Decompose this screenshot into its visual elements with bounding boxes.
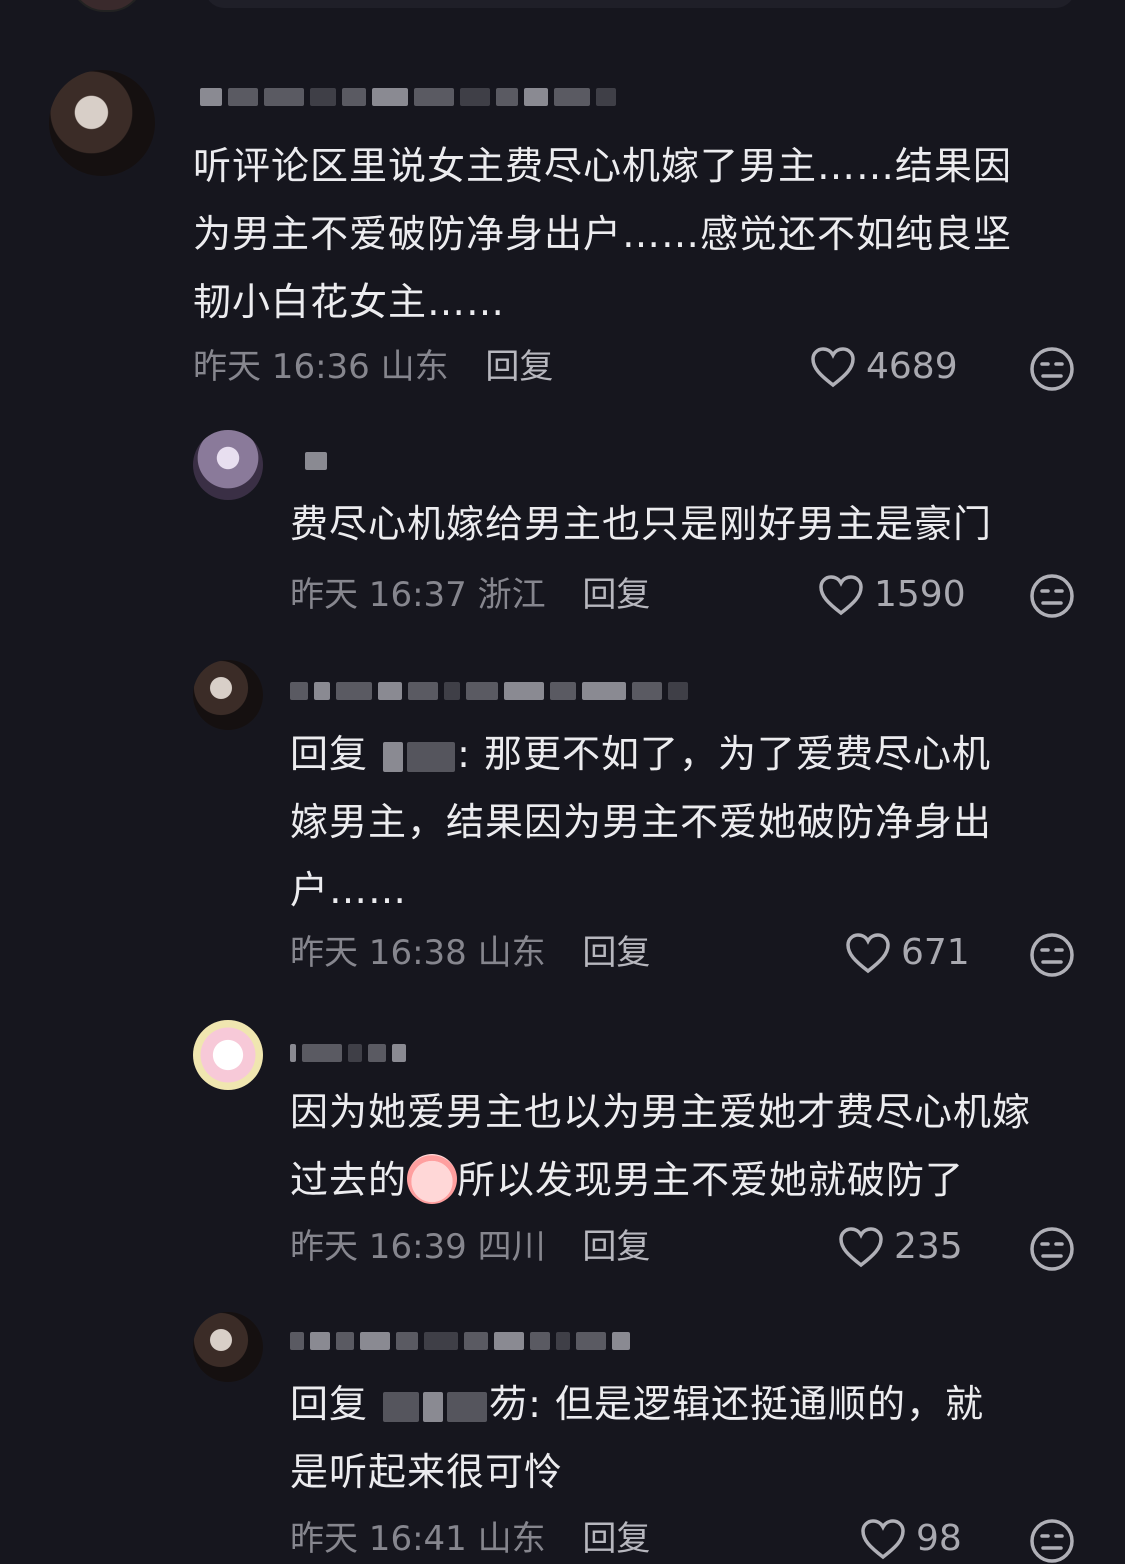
avatar[interactable]	[193, 1312, 263, 1382]
reply-prefix: 回复	[290, 732, 369, 776]
like-button[interactable]: 4689	[810, 342, 958, 392]
comment-text-part: 是听起来很可怜	[290, 1450, 564, 1494]
masked-mention[interactable]	[423, 1391, 444, 1422]
reply-prefix: 回复	[290, 1382, 369, 1426]
masked-mention[interactable]	[407, 741, 456, 772]
comment-meta: 昨天 16:39 四川 回复	[290, 1222, 650, 1272]
neutral-face-icon[interactable]	[1029, 932, 1075, 978]
like-count: 1590	[874, 574, 966, 615]
masked-username[interactable]	[290, 678, 688, 704]
comment-location: 山东	[477, 1519, 546, 1559]
comment-location: 山东	[477, 933, 546, 973]
comment-input-bar[interactable]	[205, 0, 1075, 8]
heart-outline-icon	[846, 933, 890, 974]
heart-outline-icon	[861, 1519, 905, 1560]
masked-username[interactable]	[290, 1328, 630, 1354]
comment-location: 山东	[380, 347, 449, 387]
comment-text: 听评论区里说女主费尽心机嫁了男主……结果因 为男主不爱破防净身出户……感觉还不如…	[193, 144, 1013, 324]
previous-avatar[interactable]	[70, 0, 144, 12]
neutral-face-icon[interactable]	[1029, 1226, 1075, 1272]
neutral-face-icon[interactable]	[1029, 1518, 1075, 1564]
like-button[interactable]: 671	[845, 928, 970, 978]
like-count: 98	[916, 1518, 962, 1559]
like-count: 671	[901, 932, 970, 973]
comment-time: 昨天 16:41	[290, 1519, 467, 1559]
comment-text: 回复 : 那更不如了，为了爱费尽心机 嫁男主，结果因为男主不爱她破防净身出 户……	[290, 720, 1090, 924]
comment-time: 昨天 16:37	[290, 575, 467, 615]
comment-meta: 昨天 16:36 山东 回复	[193, 342, 553, 392]
avatar[interactable]	[49, 70, 155, 176]
comment-time: 昨天 16:39	[290, 1227, 467, 1267]
masked-mention[interactable]	[383, 741, 404, 772]
avatar[interactable]	[193, 1020, 263, 1090]
neutral-face-icon[interactable]	[1029, 573, 1075, 619]
reply-button[interactable]: 回复	[582, 1227, 650, 1267]
comment-meta: 昨天 16:41 山东 回复	[290, 1514, 650, 1564]
neutral-face-icon[interactable]	[1029, 346, 1075, 392]
reply-button[interactable]: 回复	[582, 575, 650, 615]
comment-meta: 昨天 16:38 山东 回复	[290, 928, 650, 978]
reply-button[interactable]: 回复	[582, 933, 650, 973]
masked-username[interactable]	[290, 1040, 406, 1066]
reply-button[interactable]: 回复	[582, 1519, 650, 1559]
avatar[interactable]	[193, 660, 263, 730]
reply-button[interactable]: 回复	[485, 347, 553, 387]
comment-text: 费尽心机嫁给男主也只是刚好男主是豪门	[290, 502, 993, 546]
heart-outline-icon	[819, 575, 863, 616]
masked-mention[interactable]	[447, 1391, 488, 1422]
comment-time: 昨天 16:38	[290, 933, 467, 973]
masked-mention[interactable]	[383, 1391, 420, 1422]
comment-location: 浙江	[477, 575, 546, 615]
comment-text-part: 嫁男主，结果因为男主不爱她破防净身出 户……	[290, 800, 993, 912]
comment-text-part: : 那更不如了，为了爱费尽心机	[457, 732, 991, 776]
heart-outline-icon	[839, 1227, 883, 1268]
comment-time: 昨天 16:36	[193, 347, 370, 387]
comment-text: 因为她爱男主也以为男主爱她才费尽心机嫁 过去的 所以发现男主不爱她就破防了	[290, 1078, 1100, 1214]
comment-text-part: 过去的	[290, 1158, 408, 1202]
crying-face-emoji	[407, 1153, 458, 1204]
masked-username[interactable]	[305, 448, 327, 474]
comment-text-part: 因为她爱男主也以为男主爱她才费尽心机嫁	[290, 1090, 1032, 1134]
like-count: 4689	[866, 346, 958, 387]
comment-location: 四川	[477, 1227, 546, 1267]
comment-meta: 昨天 16:37 浙江 回复	[290, 570, 650, 620]
like-button[interactable]: 235	[838, 1222, 963, 1272]
like-button[interactable]: 1590	[818, 570, 966, 620]
heart-outline-icon	[811, 347, 855, 388]
like-button[interactable]: 98	[860, 1514, 962, 1564]
masked-username[interactable]	[200, 84, 616, 110]
avatar[interactable]	[193, 430, 263, 500]
comment-text-part: 芴: 但是逻辑还挺通顺的，就	[489, 1382, 984, 1426]
like-count: 235	[894, 1226, 963, 1267]
comment-text-part: 所以发现男主不爱她就破防了	[457, 1158, 965, 1202]
comment-text: 回复 芴: 但是逻辑还挺通顺的，就 是听起来很可怜	[290, 1370, 1100, 1506]
